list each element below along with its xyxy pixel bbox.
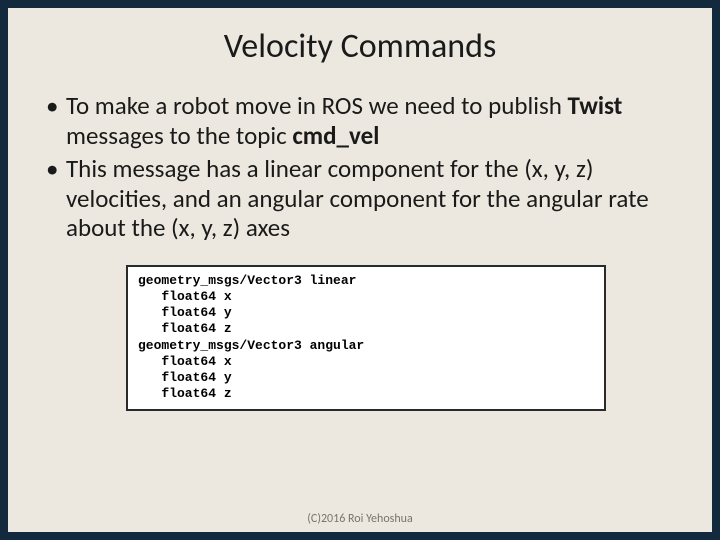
slide: Velocity Commands To make a robot move i… [8, 8, 712, 532]
bullet-text: messages to the topic [66, 120, 292, 151]
bullet-item: To make a robot move in ROS we need to p… [44, 91, 682, 150]
code-block: geometry_msgs/Vector3 linear float64 x f… [126, 265, 606, 411]
bullet-text: This message has a linear component for … [66, 153, 649, 243]
bullet-text: To make a robot move in ROS we need to p… [66, 90, 568, 121]
bullet-bold: cmd_vel [292, 120, 379, 151]
slide-title: Velocity Commands [38, 26, 682, 67]
bullet-item: This message has a linear component for … [44, 154, 682, 243]
bullet-list: To make a robot move in ROS we need to p… [38, 91, 682, 247]
bullet-bold: Twist [568, 90, 623, 121]
slide-footer: (C)2016 Roi Yehoshua [8, 512, 712, 526]
